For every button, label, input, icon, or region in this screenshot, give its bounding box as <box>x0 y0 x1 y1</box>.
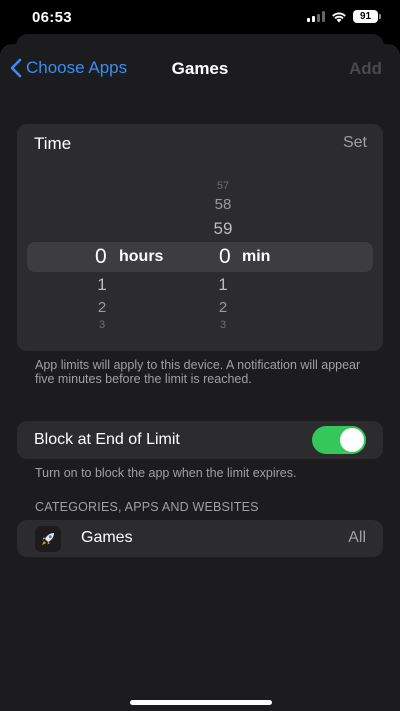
block-at-end-row: Block at End of Limit <box>17 421 383 459</box>
minutes-option[interactable]: 1 <box>203 275 243 295</box>
minutes-option[interactable]: 2 <box>203 299 243 316</box>
toggle-knob <box>340 428 364 452</box>
minutes-option[interactable]: 58 <box>203 196 243 213</box>
rocket-icon <box>35 526 61 552</box>
hours-option[interactable]: 2 <box>82 299 122 316</box>
page-title: Games <box>171 59 229 78</box>
hours-option[interactable]: 1 <box>82 275 122 295</box>
app-limit-sheet: Choose Apps Games Add Time Set 57 58 59 … <box>0 44 400 711</box>
battery-icon: 91 <box>353 10 381 23</box>
picker-row[interactable]: 1 1 <box>17 275 383 299</box>
block-at-end-toggle[interactable] <box>312 426 366 454</box>
wifi-icon <box>331 11 347 23</box>
category-value: All <box>348 529 366 546</box>
add-button[interactable]: Add <box>349 59 382 79</box>
section-header: CATEGORIES, APPS AND WEBSITES <box>35 500 259 514</box>
status-icons: 91 <box>307 10 381 23</box>
status-bar: 06:53 91 <box>0 0 400 36</box>
cellular-signal-icon <box>307 11 325 22</box>
picker-row[interactable]: 58 <box>17 196 383 220</box>
time-label: Time <box>34 134 72 153</box>
minutes-unit-label: min <box>242 248 271 265</box>
minutes-option[interactable]: 57 <box>203 180 243 192</box>
home-indicator[interactable] <box>130 700 272 705</box>
picker-row[interactable]: 59 <box>17 219 383 243</box>
block-footnote: Turn on to block the app when the limit … <box>35 466 297 480</box>
time-picker-card: Time Set 57 58 59 0 hours 0 min 1 1 2 2 <box>17 124 383 351</box>
block-at-end-label: Block at End of Limit <box>34 431 180 448</box>
limit-footnote: App limits will apply to this device. A … <box>35 358 361 386</box>
selected-hours[interactable]: 0 <box>95 245 107 269</box>
hours-option[interactable]: 3 <box>82 319 122 331</box>
hours-unit-label: hours <box>119 248 164 265</box>
selected-minutes[interactable]: 0 <box>219 245 231 269</box>
picker-row[interactable]: 3 3 <box>17 319 383 343</box>
status-time: 06:53 <box>32 9 72 26</box>
picker-selection-row[interactable]: 0 hours 0 min <box>27 242 373 272</box>
navigation-bar: Choose Apps Games Add <box>0 44 400 94</box>
category-label: Games <box>81 529 133 546</box>
minutes-option[interactable]: 59 <box>203 219 243 239</box>
category-row-games[interactable]: Games All <box>17 520 383 557</box>
minutes-option[interactable]: 3 <box>203 319 243 331</box>
time-set-value[interactable]: Set <box>343 134 367 152</box>
